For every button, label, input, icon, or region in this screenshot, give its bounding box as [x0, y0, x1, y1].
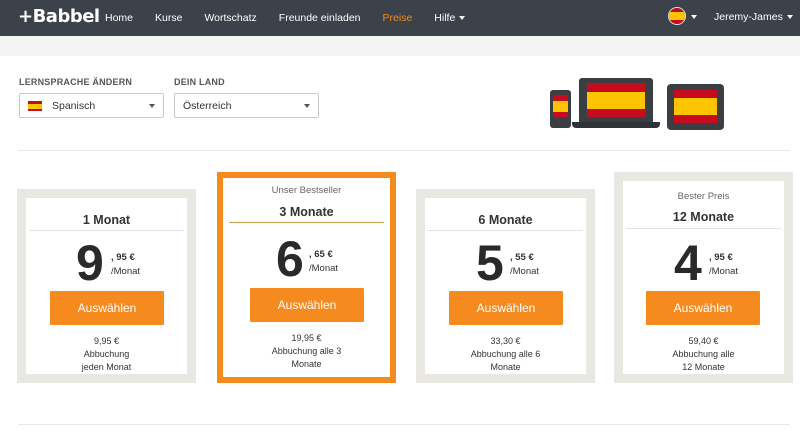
plan-price-cents: , 55 €	[510, 252, 534, 263]
tablet-illustration	[667, 84, 724, 130]
plan-price-cents: , 65 €	[309, 249, 333, 260]
nav-kurse[interactable]: Kurse	[155, 12, 182, 24]
plan-divider	[29, 230, 184, 231]
plan-billing-line1: Abbuchung	[83, 349, 130, 359]
nav-preise[interactable]: Preise	[383, 12, 413, 24]
plan-price-int: 9	[76, 235, 104, 291]
plan-total: 33,30 €	[490, 336, 521, 346]
plan-billing-line1: Abbuchung alle 6	[470, 349, 541, 359]
babbel-logo[interactable]: +Babbel	[18, 6, 100, 27]
nav-wortschatz[interactable]: Wortschatz	[204, 12, 256, 24]
nav-hilfe[interactable]: Hilfe	[434, 12, 466, 24]
language-select-label: LERNSPRACHE ÄNDERN	[19, 77, 133, 87]
select-plan-button[interactable]: Auswählen	[50, 291, 164, 325]
plan-total: 9,95 €	[93, 336, 120, 346]
plan-per-month: /Monat	[510, 266, 540, 277]
country-select[interactable]: Österreich	[174, 93, 319, 118]
language-select-value: Spanisch	[52, 100, 96, 112]
nav-home[interactable]: Home	[105, 12, 133, 24]
plan-divider	[229, 222, 384, 223]
plan-billing-line2: jeden Monat	[81, 362, 132, 372]
plan-billing-line2: Monate	[291, 359, 322, 369]
user-menu[interactable]: Jeremy-James	[714, 11, 793, 23]
chevron-down-icon[interactable]	[691, 15, 697, 19]
chevron-down-icon	[786, 15, 793, 20]
plan-billing-line1: Abbuchung alle	[672, 349, 735, 359]
phone-illustration	[550, 90, 571, 128]
chevron-down-icon	[304, 104, 310, 108]
plan-card-6-months: 6 Monate 5 , 55 € /Monat Auswählen 33,30…	[416, 189, 595, 383]
plan-divider	[428, 230, 583, 231]
select-plan-button[interactable]: Auswählen	[449, 291, 563, 325]
plan-price-cents: , 95 €	[111, 252, 135, 263]
plan-term: 12 Monate	[672, 210, 735, 224]
laptop-illustration	[579, 78, 653, 122]
pricing-page: LERNSPRACHE ÄNDERN Spanisch DEIN LAND Ös…	[0, 56, 800, 434]
spain-flag-icon[interactable]	[668, 7, 686, 25]
language-select[interactable]: Spanisch	[19, 93, 164, 118]
plan-term: 6 Monate	[478, 213, 533, 227]
top-nav-bar: +Babbel Home Kurse Wortschatz Freunde ei…	[0, 0, 800, 36]
country-select-value: Österreich	[183, 100, 232, 112]
plan-price-int: 4	[674, 235, 702, 291]
chevron-down-icon	[459, 16, 466, 21]
plan-tagline: Unser Bestseller	[271, 185, 342, 196]
plan-card-3-months: Unser Bestseller 3 Monate 6 , 65 € /Mona…	[217, 172, 396, 383]
laptop-base	[572, 122, 660, 128]
plan-per-month: /Monat	[111, 266, 141, 277]
plan-billing-line1: Abbuchung alle 3	[271, 346, 342, 356]
plan-price-int: 5	[476, 235, 504, 291]
plan-billing-line2: Monate	[490, 362, 521, 372]
plan-per-month: /Monat	[709, 266, 739, 277]
plan-billing-line2: 12 Monate	[682, 362, 725, 372]
plan-divider	[626, 228, 781, 229]
country-select-label: DEIN LAND	[174, 77, 225, 87]
user-name: Jeremy-James	[714, 11, 783, 23]
nav-freunde-einladen[interactable]: Freunde einladen	[279, 12, 361, 24]
section-divider	[18, 150, 790, 151]
plan-price-int: 6	[276, 231, 304, 287]
chevron-down-icon	[149, 104, 155, 108]
plan-term: 3 Monate	[279, 205, 334, 219]
main-nav: Home Kurse Wortschatz Freunde einladen P…	[105, 0, 487, 36]
nav-hilfe-label: Hilfe	[434, 12, 456, 24]
plan-total: 19,95 €	[291, 333, 322, 343]
select-plan-button[interactable]: Auswählen	[646, 291, 760, 325]
plan-price-cents: , 95 €	[709, 252, 733, 263]
plan-total: 59,40 €	[688, 336, 719, 346]
plan-card-12-months: Bester Preis 12 Monate 4 , 95 € /Monat A…	[614, 172, 793, 383]
section-divider	[18, 424, 790, 425]
plan-tagline: Bester Preis	[677, 191, 730, 202]
spain-flag-icon	[28, 101, 42, 111]
plan-per-month: /Monat	[309, 263, 339, 274]
plan-card-1-month: 1 Monat 9 , 95 € /Monat Auswählen 9,95 €…	[17, 189, 196, 383]
select-plan-button[interactable]: Auswählen	[250, 288, 364, 322]
plan-term: 1 Monat	[82, 213, 131, 227]
